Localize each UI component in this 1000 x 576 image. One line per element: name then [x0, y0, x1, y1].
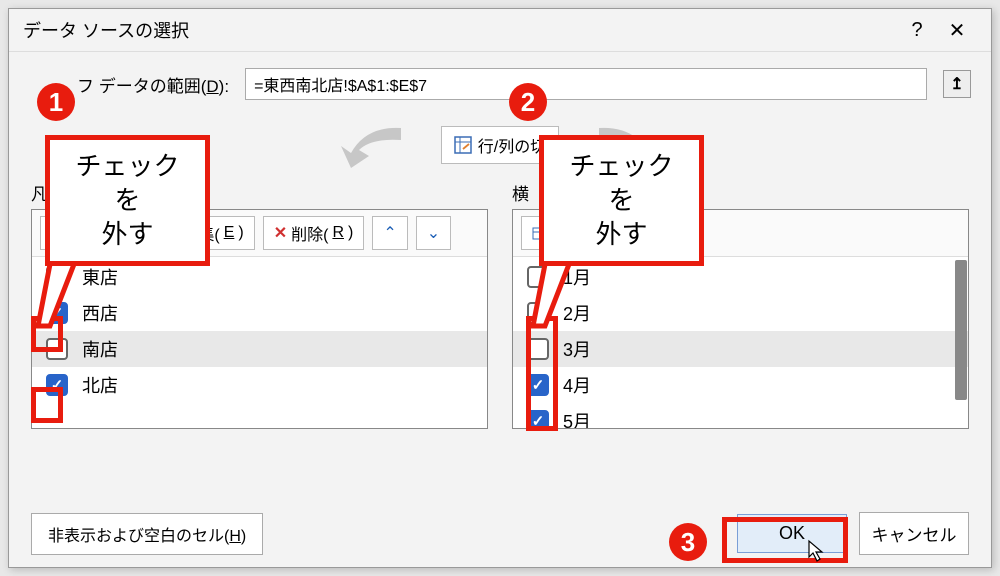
annotation-badge-3: 3: [669, 523, 707, 561]
annotation-badge-1: 1: [37, 83, 75, 121]
list-item[interactable]: ✓西店: [32, 295, 487, 331]
chart-data-range-input[interactable]: [245, 68, 927, 100]
list-item[interactable]: ✓ 5月: [513, 403, 968, 428]
dialog-title: データ ソースの選択: [23, 17, 897, 43]
legend-list[interactable]: 東店✓西店南店✓北店: [32, 257, 487, 428]
checkbox[interactable]: [46, 338, 68, 360]
checkbox[interactable]: ✓: [527, 374, 549, 396]
chart-data-range-row: フ データの範囲(D): ↥: [9, 52, 991, 110]
checkbox[interactable]: [527, 338, 549, 360]
list-item[interactable]: 3月: [513, 331, 968, 367]
annotation-callout-2: チェックを 外す: [539, 135, 704, 266]
curved-arrow-left-icon: [331, 118, 421, 173]
select-data-source-dialog: データ ソースの選択 ? ✕ フ データの範囲(D): ↥ 行/列の切: [8, 8, 992, 568]
list-item-label: 4月: [563, 372, 591, 398]
footer: 非表示および空白のセル(H) OK キャンセル: [31, 512, 969, 555]
help-button[interactable]: ?: [897, 19, 937, 42]
list-item-label: 3月: [563, 336, 591, 362]
close-button[interactable]: ✕: [937, 18, 977, 43]
delete-icon: ✕: [274, 223, 287, 243]
ok-button[interactable]: OK: [737, 514, 847, 553]
move-up-button[interactable]: ⌃: [372, 216, 407, 250]
collapse-range-button[interactable]: ↥: [943, 70, 971, 98]
delete-series-button[interactable]: ✕ 削除(R): [263, 216, 365, 250]
list-item-label: 南店: [82, 336, 118, 362]
titlebar: データ ソースの選択 ? ✕: [9, 9, 991, 52]
axis-scrollbar[interactable]: [955, 260, 967, 400]
list-item-label: 北店: [82, 372, 118, 398]
switch-icon: [454, 136, 472, 154]
move-down-button[interactable]: ⌄: [416, 216, 451, 250]
list-item[interactable]: ✓ 北店: [32, 367, 487, 403]
cancel-button[interactable]: キャンセル: [859, 512, 969, 555]
checkbox[interactable]: ✓: [527, 410, 549, 428]
list-item[interactable]: ✓ 4月: [513, 367, 968, 403]
list-item-label: 5月: [563, 408, 591, 428]
hidden-blank-cells-button[interactable]: 非表示および空白のセル(H): [31, 513, 263, 555]
chart-data-range-label: フ データの範囲(D):: [77, 72, 229, 97]
mouse-cursor-icon: [807, 539, 827, 569]
annotation-badge-2: 2: [509, 83, 547, 121]
list-item[interactable]: 南店: [32, 331, 487, 367]
annotation-callout-1: チェックを 外す: [45, 135, 210, 266]
checkbox[interactable]: ✓: [46, 374, 68, 396]
